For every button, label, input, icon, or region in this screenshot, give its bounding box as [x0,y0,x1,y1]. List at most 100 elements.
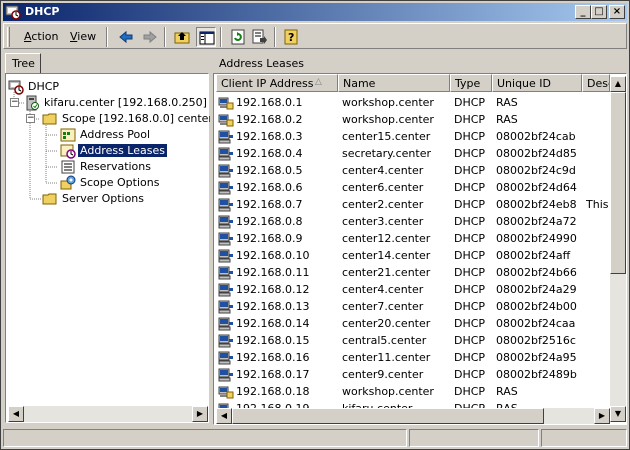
toolbar-separator [220,27,222,47]
menu-action[interactable]: Action [24,30,58,43]
column-header-label: Desc [587,77,609,90]
list-scroll-up-button[interactable]: ▲ [610,76,626,92]
column-header-name[interactable]: Name [338,74,450,92]
computer-lease-icon [218,214,234,230]
tree-view[interactable]: DHCP − kifaru.center [192.168.0.250] − S… [5,73,210,423]
arrow-left-icon: ◀ [220,411,228,420]
back-button[interactable] [116,27,136,47]
tree-scroll-right-button[interactable]: ▶ [192,406,208,422]
menu-view[interactable]: View [70,30,96,43]
cell-type: DHCP [454,164,486,177]
cell-type: DHCP [454,198,486,211]
table-row[interactable]: 192.168.0.5 center4.center DHCP 08002bf24c9… [214,162,610,179]
tree-node-label: Scope Options [80,176,160,189]
column-header-description[interactable]: Desc [582,74,610,92]
table-row[interactable]: 192.168.0.12 center4.center DHCP 08002bf24a… [214,281,610,298]
cell-client-ip: 192.168.0.2 [236,113,303,126]
cell-type: DHCP [454,181,486,194]
list-scroll-down-button[interactable]: ▼ [610,406,626,422]
folder-icon [42,191,58,207]
table-row[interactable]: 192.168.0.6 center6.center DHCP 08002bf24d6… [214,179,610,196]
table-row[interactable]: 192.168.0.14 center20.center DHCP 08002bf24… [214,315,610,332]
table-row[interactable]: 192.168.0.4 secretary.center DHCP 08002bf24… [214,145,610,162]
close-button[interactable]: × [609,5,625,19]
tree-node-label: Server Options [62,192,145,205]
close-icon: × [612,6,622,17]
help-icon: ? [284,29,298,45]
table-row[interactable]: 192.168.0.18 workshop.center DHCP RAS [214,383,610,400]
up-level-button[interactable] [172,27,192,47]
column-header-type[interactable]: Type [450,74,492,92]
table-row[interactable]: 192.168.0.8 center3.center DHCP 08002bf24a7… [214,213,610,230]
table-row[interactable]: 192.168.0.17 center9.center DHCP 08002bf248… [214,366,610,383]
cell-type: DHCP [454,96,486,109]
cell-name: center12.center [342,232,431,245]
cell-name: center15.center [342,130,431,143]
cell-unique-id: 08002bf24cab [496,130,576,143]
cell-client-ip: 192.168.0.11 [236,266,310,279]
list-scroll-left-button[interactable]: ◀ [216,408,232,424]
collapse-scope-toggle[interactable]: − [26,114,35,123]
table-row[interactable]: 192.168.0.2 workshop.center DHCP RAS [214,111,610,128]
table-row[interactable]: 192.168.0.3 center15.center DHCP 08002bf24c… [214,128,610,145]
list-scroll-right-button[interactable]: ▶ [594,408,610,424]
table-row[interactable]: 192.168.0.1 workshop.center DHCP RAS [214,94,610,111]
maximize-button[interactable]: □ [591,5,607,19]
export-list-button[interactable] [250,27,270,47]
column-header-unique-id[interactable]: Unique ID [492,74,582,92]
tree-scroll-left-button[interactable]: ◀ [8,406,24,422]
table-row[interactable]: 192.168.0.7 center2.center DHCP 08002bf24eb… [214,196,610,213]
show-hide-tree-button[interactable] [196,27,216,47]
cell-type: DHCP [454,249,486,262]
sort-ascending-icon: △ [315,77,322,87]
export-list-icon [252,29,267,44]
help-button[interactable]: ? [282,27,302,47]
table-row[interactable]: 192.168.0.9 center12.center DHCP 08002bf249… [214,230,610,247]
cell-unique-id: RAS [496,113,518,126]
tree-node-label: DHCP [28,80,60,93]
cell-type: DHCP [454,283,486,296]
cell-type: DHCP [454,232,486,245]
tree-tab-label: Tree [12,57,35,70]
tree-tab[interactable]: Tree [5,53,41,73]
cell-type: DHCP [454,317,486,330]
cell-client-ip: 192.168.0.18 [236,385,310,398]
address-leases-list[interactable]: Client IP Address △ Name Type Unique ID … [213,73,627,425]
cell-type: DHCP [454,334,486,347]
table-row[interactable]: 192.168.0.10 center14.center DHCP 08002bf24… [214,247,610,264]
cell-unique-id: 08002bf24990 [496,232,577,245]
list-hscroll-thumb[interactable] [232,408,544,424]
collapse-server-toggle[interactable]: − [10,98,19,107]
cell-client-ip: 192.168.0.7 [236,198,303,211]
column-header-label: Unique ID [497,77,552,90]
cell-type: DHCP [454,368,486,381]
address-pool-icon [60,127,76,143]
minimize-button[interactable]: _ [575,5,591,19]
status-panel-main [3,429,407,447]
cell-name: center2.center [342,198,424,211]
refresh-button[interactable] [228,27,248,47]
tree-scroll-track[interactable] [24,406,192,422]
list-vscroll-thumb[interactable] [610,92,626,274]
title-bar[interactable]: DHCP _ □ × [3,3,627,21]
refresh-icon [231,29,245,45]
table-row[interactable]: 192.168.0.13 center7.center DHCP 08002bf24b… [214,298,610,315]
tree-node-label: Address Pool [80,128,151,141]
column-header-client-ip[interactable]: Client IP Address △ [216,74,338,92]
table-row[interactable]: 192.168.0.11 center21.center DHCP 08002bf24… [214,264,610,281]
cell-name: center14.center [342,249,431,262]
cell-name: center4.center [342,164,424,177]
band-grip[interactable] [7,27,10,47]
minimize-icon: _ [580,6,586,17]
cell-client-ip: 192.168.0.9 [236,232,303,245]
cell-type: DHCP [454,266,486,279]
table-row[interactable]: 192.168.0.15 central5.center DHCP 08002bf25… [214,332,610,349]
tree-node-label: Reservations [80,160,151,173]
table-row[interactable]: 192.168.0.16 center11.center DHCP 08002bf24… [214,349,610,366]
cell-client-ip: 192.168.0.1 [236,96,303,109]
cell-unique-id: 08002bf24b00 [496,300,577,313]
forward-button[interactable] [140,27,160,47]
computer-lease-icon [218,299,234,315]
cell-name: center4.center [342,283,424,296]
cell-type: DHCP [454,385,486,398]
